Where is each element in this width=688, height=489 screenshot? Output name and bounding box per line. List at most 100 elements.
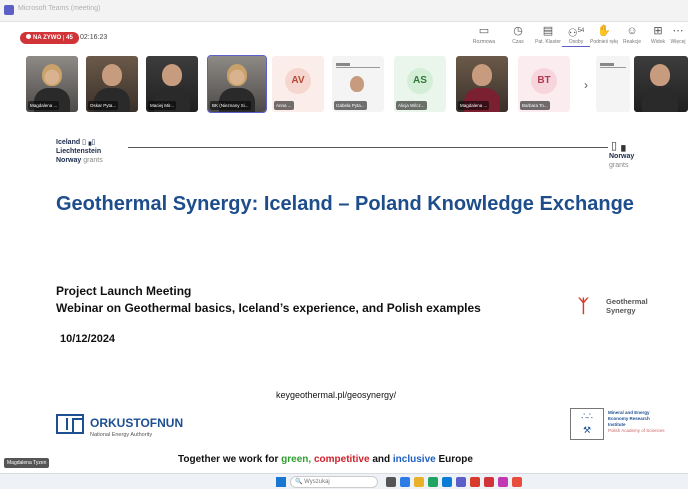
more-icon: ⋯ — [672, 25, 684, 37]
participant-body — [642, 88, 678, 112]
participant-tile[interactable]: AV Anna ... — [272, 56, 324, 112]
people-count: 54 — [577, 28, 585, 34]
footer-part: Europe — [438, 454, 473, 465]
participant-name: Izabela Pyta... — [334, 101, 367, 110]
teams-icon[interactable] — [456, 477, 466, 487]
norway-grants-logo: Norway grants — [609, 152, 634, 170]
participant-tile[interactable]: BT Barbara To... — [518, 56, 570, 112]
participant-tile-active-speaker[interactable]: BK (Nieznany Si... — [207, 55, 267, 113]
people-icon: ⚇54 — [567, 27, 585, 40]
participant-face — [42, 64, 62, 86]
orkustofnun-name: ORKUSTOFNUN — [90, 416, 184, 430]
reactions-button[interactable]: ☺ Reakcje — [618, 24, 646, 50]
clock-button[interactable]: ◷ Czas — [504, 24, 532, 50]
live-label: NA ZYWO — [33, 35, 62, 41]
participant-tile[interactable]: Magdalena ... — [456, 56, 508, 112]
participant-avatar: AS — [407, 68, 433, 94]
app-icon[interactable] — [498, 477, 508, 487]
edge-icon[interactable] — [442, 477, 452, 487]
chevron-right-icon[interactable]: › — [584, 78, 588, 92]
clock-icon: ◷ — [513, 25, 523, 37]
participant-avatar: BT — [531, 68, 557, 94]
windows-start-icon[interactable] — [276, 477, 286, 487]
participant-name: Oskar Pyta... — [88, 101, 119, 110]
geo-logo-line: Synergy — [606, 306, 636, 315]
logo-line: grants — [609, 162, 629, 169]
shared-slide-thumbnail — [336, 62, 380, 68]
footer-red: competitive — [313, 454, 370, 465]
app-icon[interactable] — [470, 477, 480, 487]
meeting-timer: 02:16:23 — [80, 34, 108, 41]
participant-tile[interactable] — [596, 56, 630, 112]
logo-line: Norway — [609, 153, 635, 160]
app-icon[interactable] — [512, 477, 522, 487]
meeri-mark-icon: ∴∴ ⚒ — [570, 408, 604, 440]
chat-button[interactable]: ▭ Rozmowa — [470, 24, 498, 50]
window-title: Microsoft Teams (meeting) — [18, 5, 101, 12]
participant-name: Maciej Mir... — [148, 101, 177, 110]
self-view-name-tag: Magdalena Tyzen — [4, 458, 50, 468]
participant-name: Anna ... — [274, 101, 294, 110]
more-button[interactable]: ⋯ Więcej — [668, 24, 688, 50]
footer-blue: inclusive — [392, 454, 436, 465]
geo-logo-line: Geothermal — [606, 297, 648, 306]
task-view-icon[interactable] — [386, 477, 396, 487]
file-explorer-icon[interactable] — [400, 477, 410, 487]
mini-slide-bar — [600, 63, 614, 66]
taskbar-search[interactable]: 🔍 Wyszukaj — [290, 476, 378, 488]
meeting-toolbar: NA ZYWO | 45 02:16:23 ▭ Rozmowa ◷ Czas ▤ Pa… — [0, 22, 688, 52]
pdf-icon[interactable] — [484, 477, 494, 487]
participant-name: Alicja Wilcz... — [396, 101, 427, 110]
participant-name: Magdalena ... — [458, 101, 490, 110]
orkustofnun-logo: ORKUSTOFNUN National Energy Authority — [56, 414, 216, 444]
participant-face — [650, 64, 670, 86]
geothermal-synergy-logo: ᛉ Geothermal Synergy — [578, 295, 668, 319]
participant-name: BK (Nieznany Si... — [210, 101, 251, 110]
chrome-icon[interactable] — [428, 477, 438, 487]
live-recording-badge[interactable]: NA ZYWO | 45 — [20, 32, 79, 44]
orkustofnun-subtitle: National Energy Authority — [90, 432, 153, 438]
participant-avatar: AV — [285, 68, 311, 94]
share-icon: ▤ — [542, 25, 554, 37]
participant-face — [162, 64, 182, 86]
slide-title: Geothermal Synergy: Iceland – Poland Kno… — [56, 193, 634, 215]
eea-grants-logo: Iceland ▯▗▯ Liechtenstein Norway grants — [56, 139, 103, 164]
participant-tile[interactable]: AS Alicja Wilcz... — [394, 56, 446, 112]
slide-webinar-description: Webinar on Geothermal basics, Iceland’s … — [56, 301, 481, 315]
chat-icon: ▭ — [478, 25, 490, 37]
slide-date: 10/12/2024 — [60, 333, 116, 345]
participant-name: Barbara To... — [520, 101, 550, 110]
slide-link: keygeothermal.pl/geosynergy/ — [276, 390, 397, 400]
record-dot-icon — [26, 34, 31, 39]
participant-face — [227, 64, 247, 86]
meeri-line: Polish Academy of Sciences — [608, 428, 665, 433]
participant-strip: Magdalena ... Oskar Pyta... Maciej Mir..… — [0, 52, 688, 114]
windows-taskbar: 🔍 Wyszukaj — [0, 473, 688, 489]
slide-footer-tagline: Together we work for green, competitive … — [178, 454, 473, 465]
raise-hand-button[interactable]: ✋ Podnieś rękę — [590, 24, 618, 50]
geo-logo-text: Geothermal Synergy — [606, 297, 648, 315]
logo-line: Iceland — [56, 139, 81, 146]
participant-tile[interactable]: Oskar Pyta... — [86, 56, 138, 112]
participant-face — [102, 64, 122, 86]
norway-grants-symbol-icon: ▯▗ — [611, 140, 626, 152]
participant-tile[interactable] — [634, 56, 688, 112]
share-button[interactable]: ▤ Pat. Klaster — [534, 24, 562, 50]
slide-subtitle: Project Launch Meeting — [56, 284, 192, 298]
participant-tile[interactable]: Magdalena ... — [26, 56, 78, 112]
raise-hand-icon: ✋ — [597, 25, 611, 37]
participant-tile[interactable]: Maciej Mir... — [146, 56, 198, 112]
emoji-icon: ☺ — [626, 25, 638, 37]
participant-face — [472, 64, 492, 86]
people-button[interactable]: ⚇54 Osoby — [562, 24, 590, 50]
participant-face — [350, 76, 364, 92]
search-placeholder: Wyszukaj — [304, 479, 330, 485]
orkustofnun-mark-icon — [56, 414, 84, 434]
logo-line: Liechtenstein — [56, 148, 102, 155]
folder-icon[interactable] — [414, 477, 424, 487]
footer-green: green, — [281, 454, 312, 465]
meeri-text: Mineral and Energy Economy Research Inst… — [608, 410, 665, 434]
window-titlebar: Microsoft Teams (meeting) — [0, 0, 688, 22]
logo-divider-line — [128, 147, 608, 148]
participant-tile[interactable]: Izabela Pyta... — [332, 56, 384, 112]
